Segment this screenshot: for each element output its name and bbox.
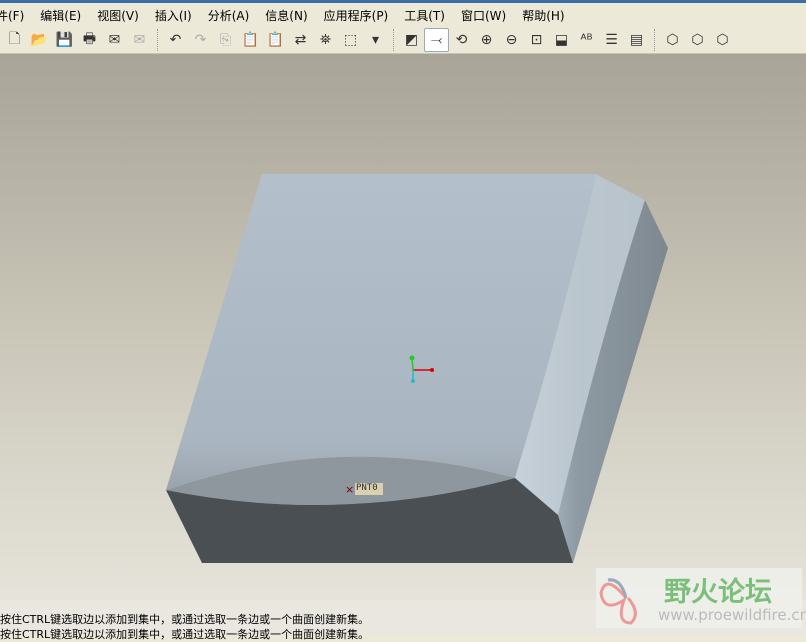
menu-item[interactable]: 帮助(H): [522, 7, 564, 24]
mail-attach-icon[interactable]: ✉: [127, 28, 152, 52]
watermark-url: www.proewildfire.cn: [658, 606, 806, 624]
toolbar-separator: [157, 29, 158, 51]
no-hidden-icon[interactable]: ⬡: [710, 28, 735, 52]
zoom-in-icon[interactable]: ⊕: [474, 28, 499, 52]
menu-item[interactable]: 编辑(E): [40, 7, 81, 24]
send-mail-icon[interactable]: ✉: [102, 28, 127, 52]
status-message: 按住CTRL键选取边以添加到集中，或通过选取一条边或一个曲面创建新集。: [0, 613, 370, 626]
undo-icon[interactable]: ↶: [163, 28, 188, 52]
menu-item[interactable]: 应用程序(P): [324, 7, 389, 24]
datum-point-label[interactable]: PNT0: [356, 483, 378, 493]
menu-item[interactable]: 信息(N): [265, 7, 307, 24]
find-icon[interactable]: ⛯: [313, 28, 338, 52]
selection-box-icon[interactable]: ⬚: [338, 28, 363, 52]
copy-icon[interactable]: ⎘: [213, 28, 238, 52]
datum-point-marker: ×: [345, 483, 354, 496]
print-icon[interactable]: 🖶: [77, 28, 102, 52]
refit-icon[interactable]: ⊡: [524, 28, 549, 52]
regenerate-icon[interactable]: ⇄: [288, 28, 313, 52]
paste-icon[interactable]: 📋: [238, 28, 263, 52]
save-icon[interactable]: 💾: [52, 28, 77, 52]
graphics-viewport[interactable]: × PNT0: [0, 54, 806, 600]
layers-icon[interactable]: ☰: [599, 28, 624, 52]
menu-item[interactable]: 件(F): [0, 7, 24, 24]
saved-views-icon[interactable]: ᴬᴮ: [574, 28, 599, 52]
menu-item[interactable]: 插入(I): [155, 7, 192, 24]
menu-item[interactable]: 视图(V): [97, 7, 139, 24]
hidden-line-icon[interactable]: ⬡: [685, 28, 710, 52]
status-message: 按住CTRL键选取边以添加到集中，或通过选取一条边或一个曲面创建新集。: [0, 628, 370, 641]
watermark-logo: 野火论坛 www.proewildfire.cn: [596, 568, 806, 628]
wireframe-icon[interactable]: ⬡: [660, 28, 685, 52]
redo-icon[interactable]: ↷: [188, 28, 213, 52]
watermark-title: 野火论坛: [664, 577, 772, 608]
dropdown-arrow-icon[interactable]: ▾: [363, 28, 388, 52]
toolbar-separator: [654, 29, 655, 51]
paste-special-icon[interactable]: 📋: [263, 28, 288, 52]
butterfly-logo-icon: [599, 578, 637, 625]
reorient-icon[interactable]: ⬓: [549, 28, 574, 52]
open-icon[interactable]: 📂: [27, 28, 52, 52]
menu-item[interactable]: 工具(T): [404, 7, 445, 24]
toolbar-separator: [393, 29, 394, 51]
view-manager-icon[interactable]: ▤: [624, 28, 649, 52]
toolbar: 🗋 📂 💾 🖶 ✉ ✉ ↶ ↷ ⎘ 📋 📋 ⇄ ⛯ ⬚ ▾ ◩ ⤙ ⟲ ⊕ ⊖ ⊡ ⬓ ᴬᴮ ☰ ▤ ⬡ ⬡ ⬡: [0, 27, 806, 54]
menu-bar: 件(F) 编辑(E) 视图(V) 插入(I) 分析(A) 信息(N) 应用程序(P) 工具(T…: [0, 0, 806, 27]
zoom-out-icon[interactable]: ⊖: [499, 28, 524, 52]
3d-model: ×: [166, 174, 668, 563]
new-icon[interactable]: 🗋: [2, 28, 27, 52]
orient-mode-icon[interactable]: ⟲: [449, 28, 474, 52]
repaint-icon[interactable]: ◩: [399, 28, 424, 52]
menu-item[interactable]: 分析(A): [208, 7, 250, 24]
spin-center-icon[interactable]: ⤙: [424, 28, 449, 52]
menu-item[interactable]: 窗口(W): [461, 7, 506, 24]
